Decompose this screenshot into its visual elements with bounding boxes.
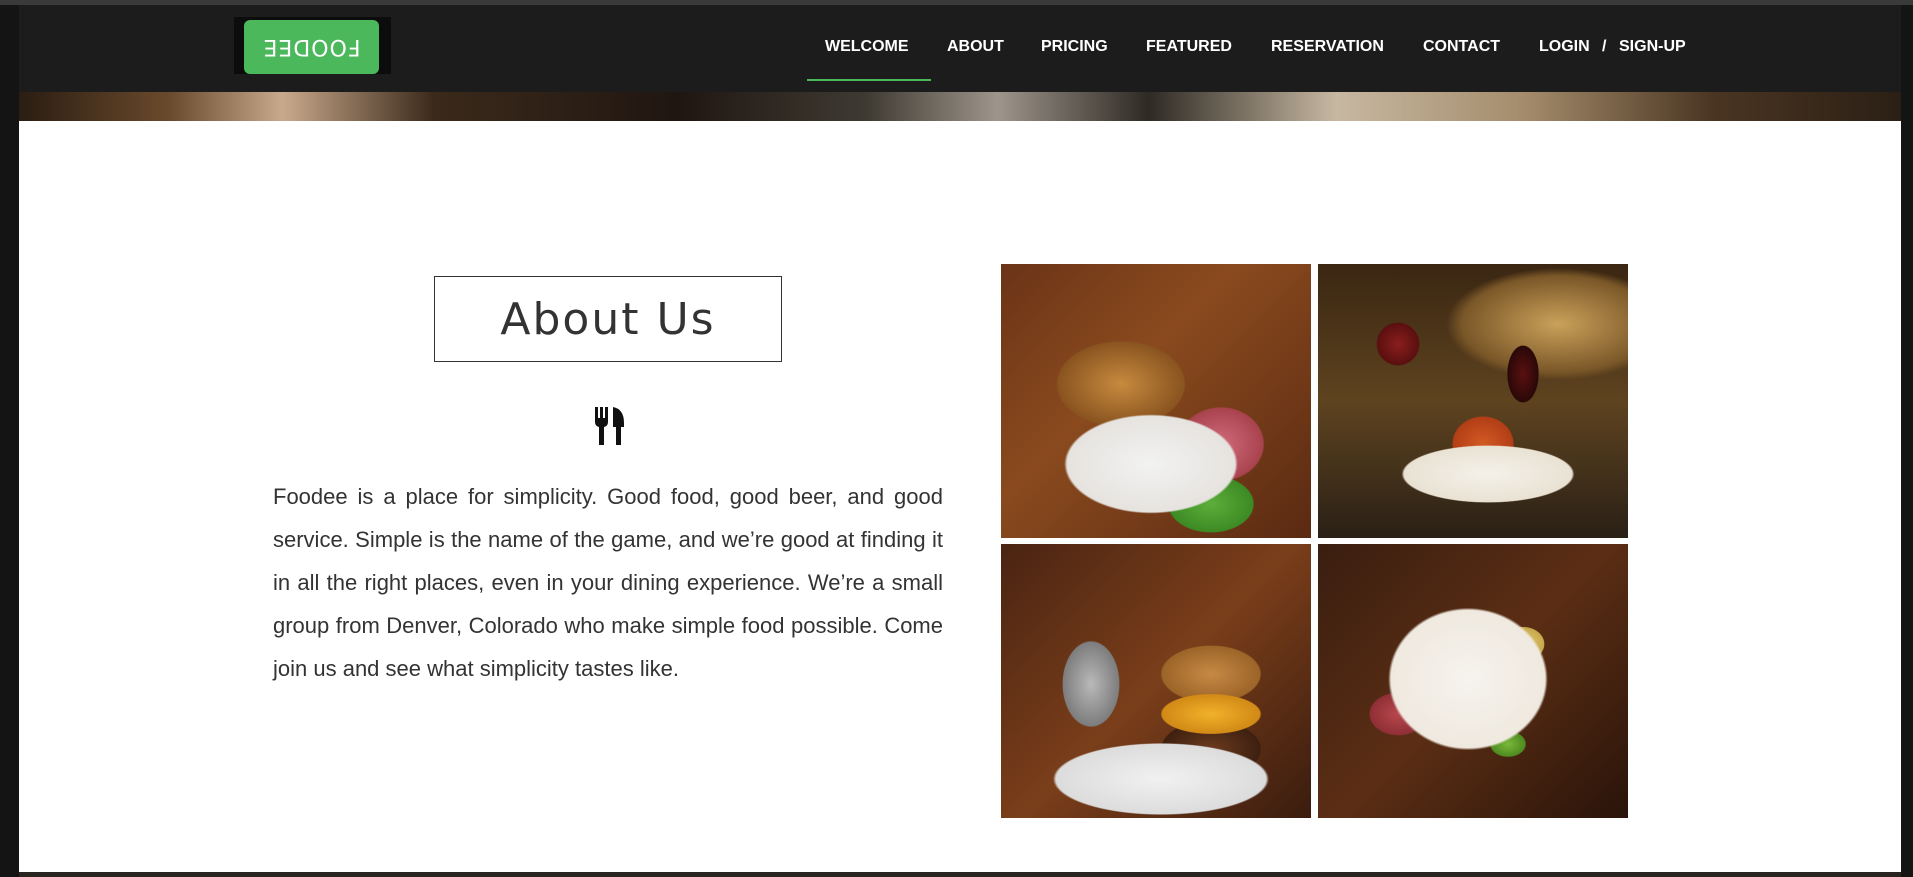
page-viewport: FOODEE WELCOME ABOUT PRICING FEATURED RE…: [19, 5, 1901, 877]
burger-and-fries-photo: [1001, 544, 1311, 818]
nav-item-pricing[interactable]: PRICING: [1041, 38, 1108, 56]
top-navbar: FOODEE WELCOME ABOUT PRICING FEATURED RE…: [19, 5, 1901, 92]
about-title: About Us: [500, 293, 716, 345]
browser-frame: FOODEE WELCOME ABOUT PRICING FEATURED RE…: [0, 0, 1913, 877]
main-nav: WELCOME ABOUT PRICING FEATURED RESERVATI…: [19, 5, 1901, 92]
nav-item-reservation[interactable]: RESERVATION: [1271, 38, 1384, 56]
fork-knife-icon: [595, 407, 624, 445]
nav-item-login[interactable]: LOGIN: [1539, 38, 1590, 56]
nav-item-welcome[interactable]: WELCOME: [825, 38, 909, 56]
about-title-box: About Us: [434, 276, 782, 362]
nav-separator: /: [1602, 38, 1607, 55]
fries-and-pastrami-photo: [1001, 264, 1311, 538]
nav-item-signup[interactable]: SIGN-UP: [1619, 38, 1686, 56]
active-nav-underline: [807, 79, 931, 81]
antipasto-platter-photo: [1318, 544, 1628, 818]
next-section-edge: [19, 872, 1901, 877]
nav-item-about[interactable]: ABOUT: [947, 38, 1004, 56]
hero-image-strip: [19, 92, 1901, 121]
wine-and-fish-photo: [1318, 264, 1628, 538]
nav-item-contact[interactable]: CONTACT: [1423, 38, 1500, 56]
about-description: Foodee is a place for simplicity. Good f…: [273, 484, 943, 681]
nav-item-featured[interactable]: FEATURED: [1146, 38, 1232, 56]
